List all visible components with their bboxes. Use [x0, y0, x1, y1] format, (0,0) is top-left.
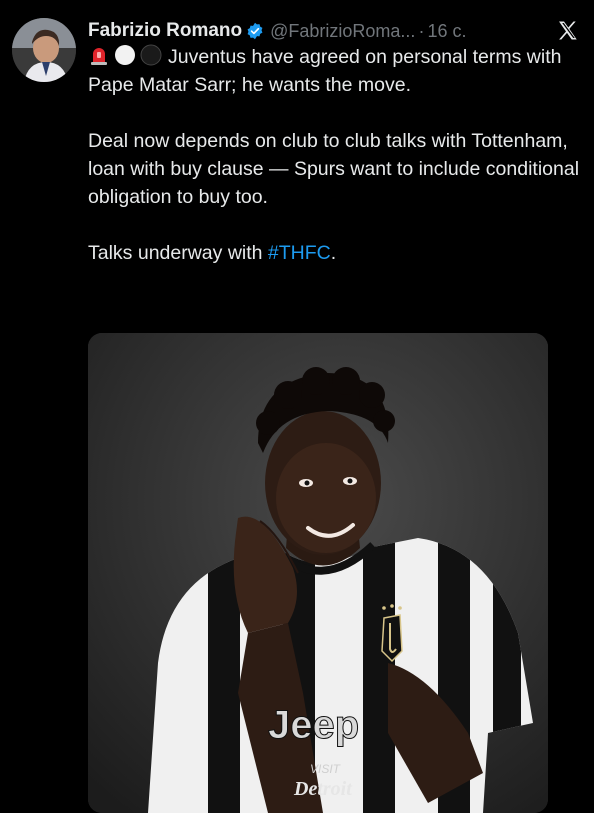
- shirt-sponsor-text: Jeep: [268, 703, 359, 747]
- tweet-para3-prefix: Talks underway with: [88, 242, 268, 264]
- sleeve-text-top: VISIT: [310, 762, 342, 776]
- emoji-group: [88, 44, 162, 66]
- tweet-paragraph-1: Juventus have agreed on personal terms w…: [88, 43, 580, 99]
- author-handle[interactable]: @FabrizioRoma...: [270, 21, 415, 42]
- tweet-media-image[interactable]: Jeep VISIT Detroit: [88, 333, 548, 813]
- sleeve-text-bottom: Detroit: [293, 778, 353, 800]
- red-siren-emoji-icon: [88, 44, 110, 66]
- black-circle-emoji-icon: [140, 44, 162, 66]
- tweet-para3-suffix: .: [330, 242, 337, 264]
- tweet-text: Juventus have agreed on personal terms w…: [88, 43, 580, 295]
- author-name[interactable]: Fabrizio Romano: [88, 20, 242, 42]
- tweet-header: Fabrizio Romano @FabrizioRoma... · 16 с.: [88, 17, 580, 45]
- separator-dot: ·: [418, 20, 425, 41]
- white-circle-emoji-icon: [114, 44, 136, 66]
- verified-badge-icon: [246, 22, 264, 40]
- hashtag-link[interactable]: #THFC: [268, 242, 331, 264]
- tweet-paragraph-2: Deal now depends on club to club talks w…: [88, 130, 580, 208]
- tweet-paragraph-3: Talks underway with #THFC.: [88, 239, 580, 267]
- x-logo-icon[interactable]: [556, 19, 580, 43]
- post-timestamp[interactable]: 16 с.: [427, 21, 466, 42]
- author-avatar[interactable]: [12, 18, 76, 82]
